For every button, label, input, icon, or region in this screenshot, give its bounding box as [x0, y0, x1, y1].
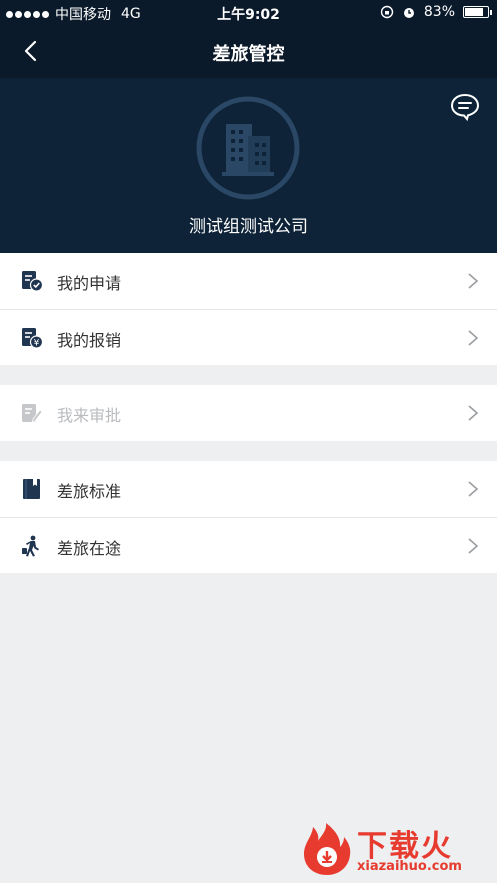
chevron-right-icon [468, 273, 479, 289]
chevron-right-icon [468, 330, 479, 346]
building-icon [196, 96, 300, 200]
approval-icon [22, 404, 43, 423]
chevron-right-icon [468, 538, 479, 554]
battery-fill [465, 8, 483, 16]
svg-text:¥: ¥ [34, 339, 40, 349]
watermark-url: xiazaihuo.com [357, 859, 462, 874]
menu-item-travel-standards[interactable]: 差旅标准 [0, 461, 497, 517]
menu-item-my-reimbursements[interactable]: ¥ 我的报销 [0, 309, 497, 365]
rotation-lock-icon [380, 5, 394, 19]
application-icon [22, 271, 43, 292]
battery-percent: 83% [423, 4, 455, 20]
menu-group-travel: 差旅标准 差旅在途 [0, 461, 497, 573]
menu-item-label: 我的申请 [57, 274, 122, 293]
book-icon [23, 479, 40, 499]
status-right: 83% [380, 4, 492, 20]
reimbursement-icon: ¥ [22, 328, 43, 349]
traveler-icon [22, 535, 39, 557]
menu-item-my-applications[interactable]: 我的申请 [0, 253, 497, 309]
page-title: 差旅管控 [212, 44, 285, 65]
menu-item-label: 差旅标准 [57, 482, 122, 501]
company-name: 测试组测试公司 [189, 217, 308, 237]
menu-item-travel-in-transit[interactable]: 差旅在途 [0, 517, 497, 573]
menu-item-label: 我的报销 [57, 331, 122, 350]
menu-item-approve[interactable]: 我来审批 [0, 385, 497, 441]
menu-item-label: 我来审批 [57, 406, 122, 425]
watermark-logo: 下载火 xiazaihuo.com [295, 817, 495, 881]
alarm-icon [403, 8, 414, 18]
flame-logo-icon [304, 823, 351, 875]
chat-bubble-icon[interactable] [449, 92, 481, 122]
company-header: 测试组测试公司 [0, 78, 497, 253]
chevron-right-icon [468, 405, 479, 421]
menu-group-main: 我的申请 ¥ 我的报销 [0, 253, 497, 365]
menu-item-label: 差旅在途 [57, 539, 122, 558]
nav-bar: 差旅管控 [0, 26, 497, 78]
chevron-right-icon [468, 481, 479, 497]
status-bar: 中国移动 4G 上午9:02 83% [0, 0, 497, 26]
battery-icon [463, 6, 492, 18]
menu-group-approval: 我来审批 [0, 385, 497, 441]
